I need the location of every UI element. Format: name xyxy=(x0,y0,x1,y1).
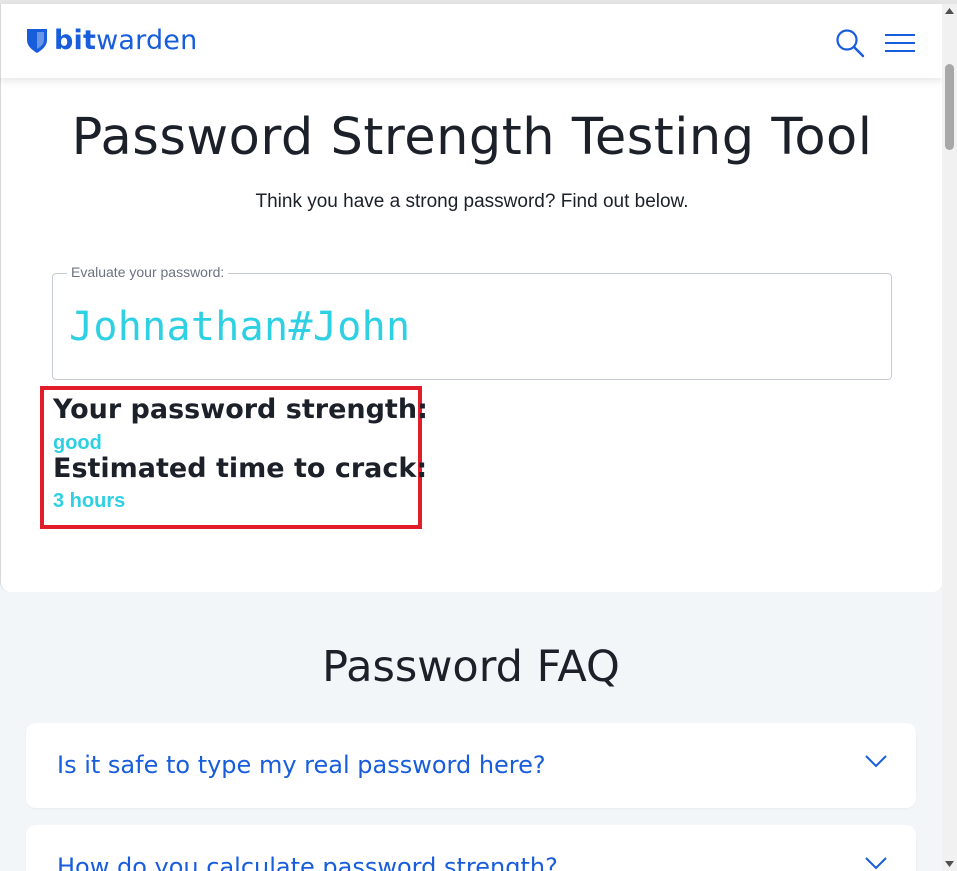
password-input-value[interactable]: Johnathan#John xyxy=(69,304,410,350)
search-icon[interactable] xyxy=(835,28,865,58)
page-subtitle: Think you have a strong password? Find o… xyxy=(255,191,689,212)
password-input[interactable]: Evaluate your password: Johnathan#John xyxy=(52,264,892,380)
strength-value: good xyxy=(53,432,102,454)
bitwarden-logo[interactable]: bitwarden xyxy=(26,25,197,57)
password-input-label: Evaluate your password: xyxy=(67,264,229,280)
faq-item[interactable]: How do you calculate password strength? xyxy=(26,825,916,871)
hamburger-menu-icon[interactable] xyxy=(884,28,916,58)
strength-label: Your password strength: xyxy=(53,394,428,425)
scroll-down-arrow-icon[interactable] xyxy=(942,857,957,871)
faq-item[interactable]: Is it safe to type my real password here… xyxy=(26,723,916,808)
page-viewport: bitwarden Password Strength Testing Tool… xyxy=(0,0,942,871)
scrollbar-thumb[interactable] xyxy=(945,64,954,150)
faq-heading: Password FAQ xyxy=(322,642,620,692)
brand-wordmark: bitwarden xyxy=(54,25,198,56)
crack-time-label: Estimated time to crack: xyxy=(53,453,428,484)
scroll-up-arrow-icon[interactable] xyxy=(942,4,957,18)
site-header: bitwarden xyxy=(0,4,942,78)
page-title: Password Strength Testing Tool xyxy=(71,108,873,167)
faq-question[interactable]: How do you calculate password strength? xyxy=(57,853,558,871)
chevron-down-icon[interactable] xyxy=(864,753,888,769)
bitwarden-shield-icon xyxy=(27,29,47,53)
crack-time-value: 3 hours xyxy=(53,490,126,512)
page-scrollbar[interactable] xyxy=(942,4,957,871)
password-tester-section: Password Strength Testing Tool Think you… xyxy=(0,78,942,592)
faq-question[interactable]: Is it safe to type my real password here… xyxy=(57,751,546,779)
chevron-down-icon[interactable] xyxy=(864,855,888,871)
